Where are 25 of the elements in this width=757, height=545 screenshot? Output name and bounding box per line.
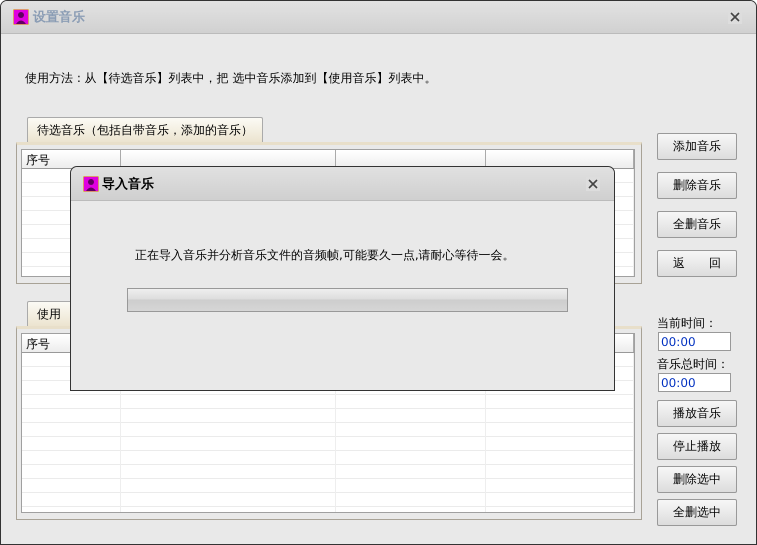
close-button[interactable] [586, 176, 600, 190]
close-icon [588, 178, 598, 188]
close-icon [730, 12, 740, 22]
time-field[interactable]: 00:00 [658, 373, 731, 392]
action-button[interactable]: 删除选中 [657, 466, 737, 493]
action-button[interactable]: 返 回 [657, 250, 737, 277]
time-label: 当前时间： [657, 315, 717, 332]
action-button[interactable]: 全删音乐 [657, 211, 737, 238]
instruction-text: 使用方法 : 从【待选音乐】列表中，把 选中音乐添加到【使用音乐】列表中。 [25, 70, 438, 86]
column-header: 序号 [26, 337, 50, 351]
time-label: 音乐总时间： [657, 356, 729, 373]
dialog-title: 导入音乐 [102, 176, 154, 192]
action-button[interactable]: 播放音乐 [657, 400, 737, 427]
list-tab[interactable]: 待选音乐（包括自带音乐，添加的音乐） [27, 117, 263, 142]
action-button[interactable]: 停止播放 [657, 433, 737, 460]
action-button[interactable]: 全删选中 [657, 499, 737, 526]
progress-message: 正在导入音乐并分析音乐文件的音频帧,可能要久一点,请耐心等待一会。 [135, 247, 516, 264]
app-icon [83, 176, 99, 192]
window-title: 设置音乐 [33, 8, 85, 26]
app-icon [13, 9, 29, 25]
action-button[interactable]: 删除音乐 [657, 172, 737, 199]
column-header: 序号 [26, 153, 50, 167]
time-field[interactable]: 00:00 [658, 332, 731, 351]
close-button[interactable] [728, 10, 742, 24]
action-button[interactable]: 添加音乐 [657, 133, 737, 160]
